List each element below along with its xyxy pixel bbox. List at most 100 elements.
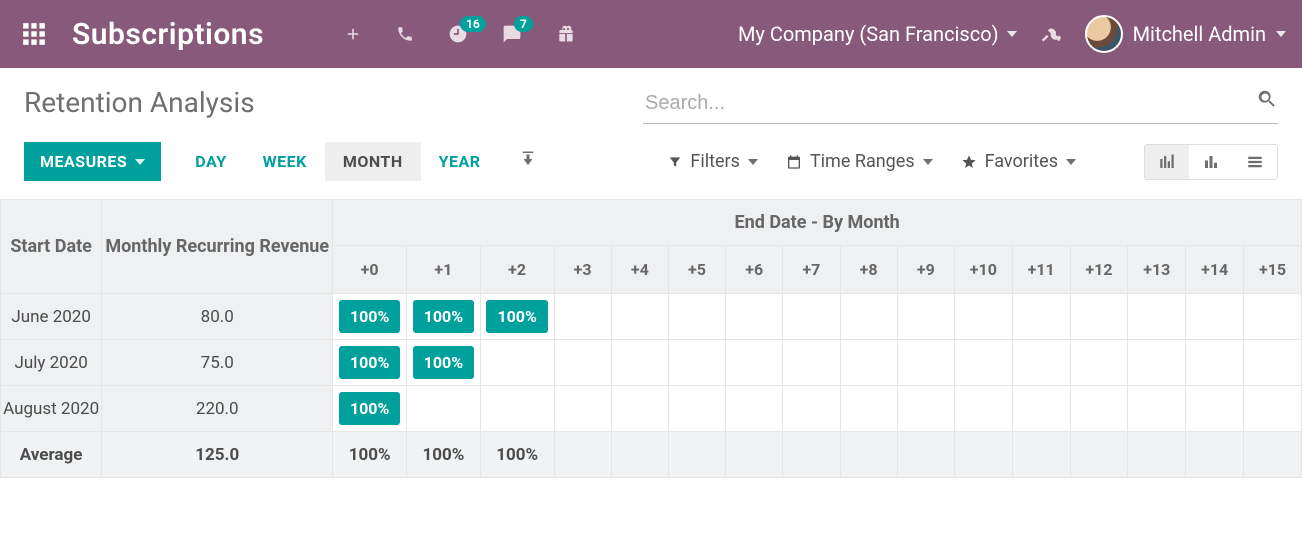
cohort-cell (554, 340, 611, 386)
view-cohort[interactable] (1145, 145, 1189, 179)
search-options: Filters Time Ranges Favorites (668, 144, 1278, 180)
period-header: +0 (333, 246, 407, 294)
cohort-cell[interactable]: 100% (480, 294, 554, 340)
interval-year[interactable]: YEAR (421, 142, 499, 181)
period-header: +10 (954, 246, 1012, 294)
topbar-systray: 16 7 (344, 24, 576, 44)
cohort-cell (480, 386, 554, 432)
period-header: +13 (1128, 246, 1186, 294)
favorites-menu[interactable]: Favorites (961, 151, 1076, 172)
cohort-cell (954, 294, 1012, 340)
cohort-cell (1244, 340, 1302, 386)
interval-week[interactable]: WEEK (245, 142, 325, 181)
cohort-cell (1186, 386, 1244, 432)
period-header: +11 (1012, 246, 1070, 294)
view-graph[interactable] (1189, 145, 1233, 179)
cohort-head: Start Date Monthly Recurring Revenue End… (1, 200, 1302, 294)
time-ranges-menu[interactable]: Time Ranges (786, 151, 933, 172)
row-measure: 125.0 (102, 432, 333, 478)
row-measure: 220.0 (102, 386, 333, 432)
search-wrap (643, 86, 1278, 124)
chevron-down-icon (1007, 31, 1017, 37)
cohort-cell[interactable]: 100% (480, 432, 554, 478)
company-switcher[interactable]: My Company (San Francisco) (738, 22, 1017, 46)
cohort-cell (554, 294, 611, 340)
interval-month[interactable]: MONTH (325, 142, 421, 181)
activities-badge: 16 (460, 16, 486, 32)
cohort-cell (726, 294, 783, 340)
star-icon (961, 154, 977, 170)
cohort-cell (783, 386, 840, 432)
cohort-cell (840, 386, 897, 432)
app-title[interactable]: Subscriptions (72, 17, 264, 52)
gift-icon[interactable] (556, 24, 576, 44)
measures-button[interactable]: MEASURES (24, 142, 161, 181)
debug-icon[interactable] (1041, 24, 1061, 44)
cohort-cell (1012, 340, 1070, 386)
period-header: +8 (840, 246, 897, 294)
cohort-cell (783, 432, 840, 478)
cohort-cell (783, 340, 840, 386)
cohort-cell (611, 432, 668, 478)
cohort-cell (726, 432, 783, 478)
topbar: Subscriptions 16 7 My Company (San Franc… (0, 0, 1302, 68)
favorites-label: Favorites (985, 151, 1058, 172)
cohort-cell (1012, 294, 1070, 340)
cohort-cell (1244, 432, 1302, 478)
cohort-cell (1186, 340, 1244, 386)
filters-menu[interactable]: Filters (668, 151, 758, 172)
row-measure: 75.0 (102, 340, 333, 386)
new-icon[interactable] (344, 25, 362, 43)
cohort-cell[interactable]: 100% (407, 340, 481, 386)
cohort-cell (954, 432, 1012, 478)
interval-day[interactable]: DAY (177, 142, 244, 181)
chevron-down-icon (1276, 31, 1286, 37)
cohort-cell[interactable]: 100% (333, 386, 407, 432)
cohort-cell (840, 340, 897, 386)
cohort-cell[interactable]: 100% (333, 340, 407, 386)
cohort-cell[interactable]: 100% (407, 432, 481, 478)
messages-badge: 7 (514, 16, 533, 32)
user-menu[interactable]: Mitchell Admin (1085, 15, 1286, 53)
cohort-cell (611, 386, 668, 432)
cohort-cell (840, 432, 897, 478)
period-header: +4 (611, 246, 668, 294)
cohort-cell (407, 386, 481, 432)
cohort-cell[interactable]: 100% (333, 432, 407, 478)
cohort-cell (783, 294, 840, 340)
cohort-cell (1186, 294, 1244, 340)
cohort-cell (1128, 294, 1186, 340)
cohort-cell (668, 340, 725, 386)
cohort-cell (554, 386, 611, 432)
col-measure: Monthly Recurring Revenue (102, 200, 333, 294)
cohort-cell (1186, 432, 1244, 478)
search-input[interactable] (643, 86, 1278, 124)
avatar (1085, 15, 1123, 53)
breadcrumb[interactable]: Retention Analysis (24, 86, 255, 119)
cohort-cell (554, 432, 611, 478)
cohort-cell (1070, 386, 1128, 432)
row-start-date: Average (1, 432, 102, 478)
messages-icon[interactable]: 7 (502, 24, 522, 44)
view-list[interactable] (1233, 145, 1277, 179)
toolbar: MEASURES DAY WEEK MONTH YEAR Filters Tim… (0, 128, 1302, 199)
chevron-down-icon (1066, 159, 1076, 165)
col-start-date: Start Date (1, 200, 102, 294)
cohort-cell (1244, 294, 1302, 340)
apps-icon[interactable] (0, 21, 68, 47)
cohort-cell[interactable]: 100% (407, 294, 481, 340)
cohort-cell (1244, 386, 1302, 432)
cohort-table: Start Date Monthly Recurring Revenue End… (0, 199, 1302, 478)
cohort-cell (1128, 340, 1186, 386)
period-header: +9 (897, 246, 954, 294)
period-header: +7 (783, 246, 840, 294)
download-button[interactable] (519, 150, 537, 173)
cohort-cell (897, 386, 954, 432)
cohort-cell (1128, 432, 1186, 478)
chevron-down-icon (135, 159, 145, 165)
cohort-cell[interactable]: 100% (333, 294, 407, 340)
period-header: +1 (407, 246, 481, 294)
search-icon[interactable] (1256, 88, 1278, 114)
activities-icon[interactable]: 16 (448, 24, 468, 44)
phone-icon[interactable] (396, 25, 414, 43)
